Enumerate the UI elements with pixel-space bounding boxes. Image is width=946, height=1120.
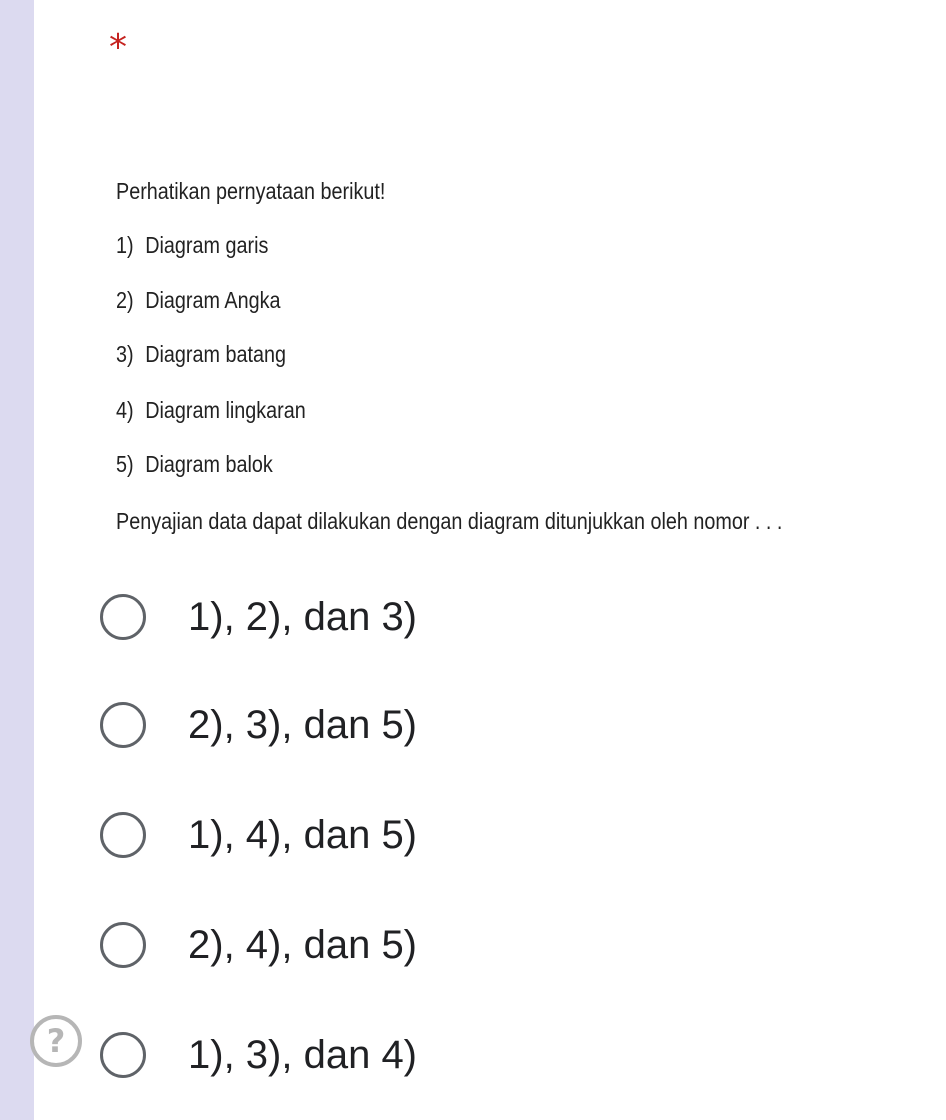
statement-number: 1) bbox=[116, 232, 134, 258]
radio-button[interactable] bbox=[100, 812, 146, 858]
radio-button[interactable] bbox=[100, 702, 146, 748]
option-label: 1), 2), dan 3) bbox=[188, 595, 418, 639]
radio-button[interactable] bbox=[100, 922, 146, 968]
statement-text: Diagram Angka bbox=[145, 287, 281, 313]
option-label: 2), 3), dan 5) bbox=[188, 703, 418, 747]
answer-option-1[interactable]: 1), 2), dan 3) bbox=[100, 592, 417, 642]
form-page: * Perhatikan pernyataan berikut! 1) Diagr… bbox=[0, 0, 946, 1120]
option-label: 1), 3), dan 4) bbox=[188, 1033, 418, 1077]
statement-text: Diagram garis bbox=[145, 232, 269, 258]
statement-text: Diagram batang bbox=[145, 341, 286, 367]
radio-button[interactable] bbox=[100, 594, 146, 640]
answer-option-3[interactable]: 1), 4), dan 5) bbox=[100, 810, 417, 860]
answer-option-4[interactable]: 2), 4), dan 5) bbox=[100, 920, 417, 970]
statement-item: 4) Diagram lingkaran bbox=[116, 395, 306, 425]
answer-option-2[interactable]: 2), 3), dan 5) bbox=[100, 700, 417, 750]
left-accent-rail bbox=[0, 0, 34, 1120]
statement-item: 3) Diagram batang bbox=[116, 339, 286, 369]
statement-item: 1) Diagram garis bbox=[116, 230, 268, 260]
statement-text: Diagram lingkaran bbox=[145, 397, 306, 423]
statement-number: 5) bbox=[116, 451, 134, 477]
statement-number: 4) bbox=[116, 397, 134, 423]
question-mark-icon[interactable]: ? bbox=[30, 1015, 82, 1067]
question-intro: Perhatikan pernyataan berikut! bbox=[116, 178, 386, 204]
statement-text: Diagram balok bbox=[145, 451, 273, 477]
answer-option-5[interactable]: 1), 3), dan 4) bbox=[100, 1030, 417, 1080]
statement-item: 5) Diagram balok bbox=[116, 449, 273, 479]
statement-number: 2) bbox=[116, 287, 134, 313]
statement-item: 2) Diagram Angka bbox=[116, 285, 280, 315]
option-label: 2), 4), dan 5) bbox=[188, 923, 418, 967]
radio-button[interactable] bbox=[100, 1032, 146, 1078]
question-prompt: Penyajian data dapat dilakukan dengan di… bbox=[116, 508, 783, 534]
required-asterisk: * bbox=[109, 27, 127, 68]
option-label: 1), 4), dan 5) bbox=[188, 813, 418, 857]
statement-number: 3) bbox=[116, 341, 134, 367]
